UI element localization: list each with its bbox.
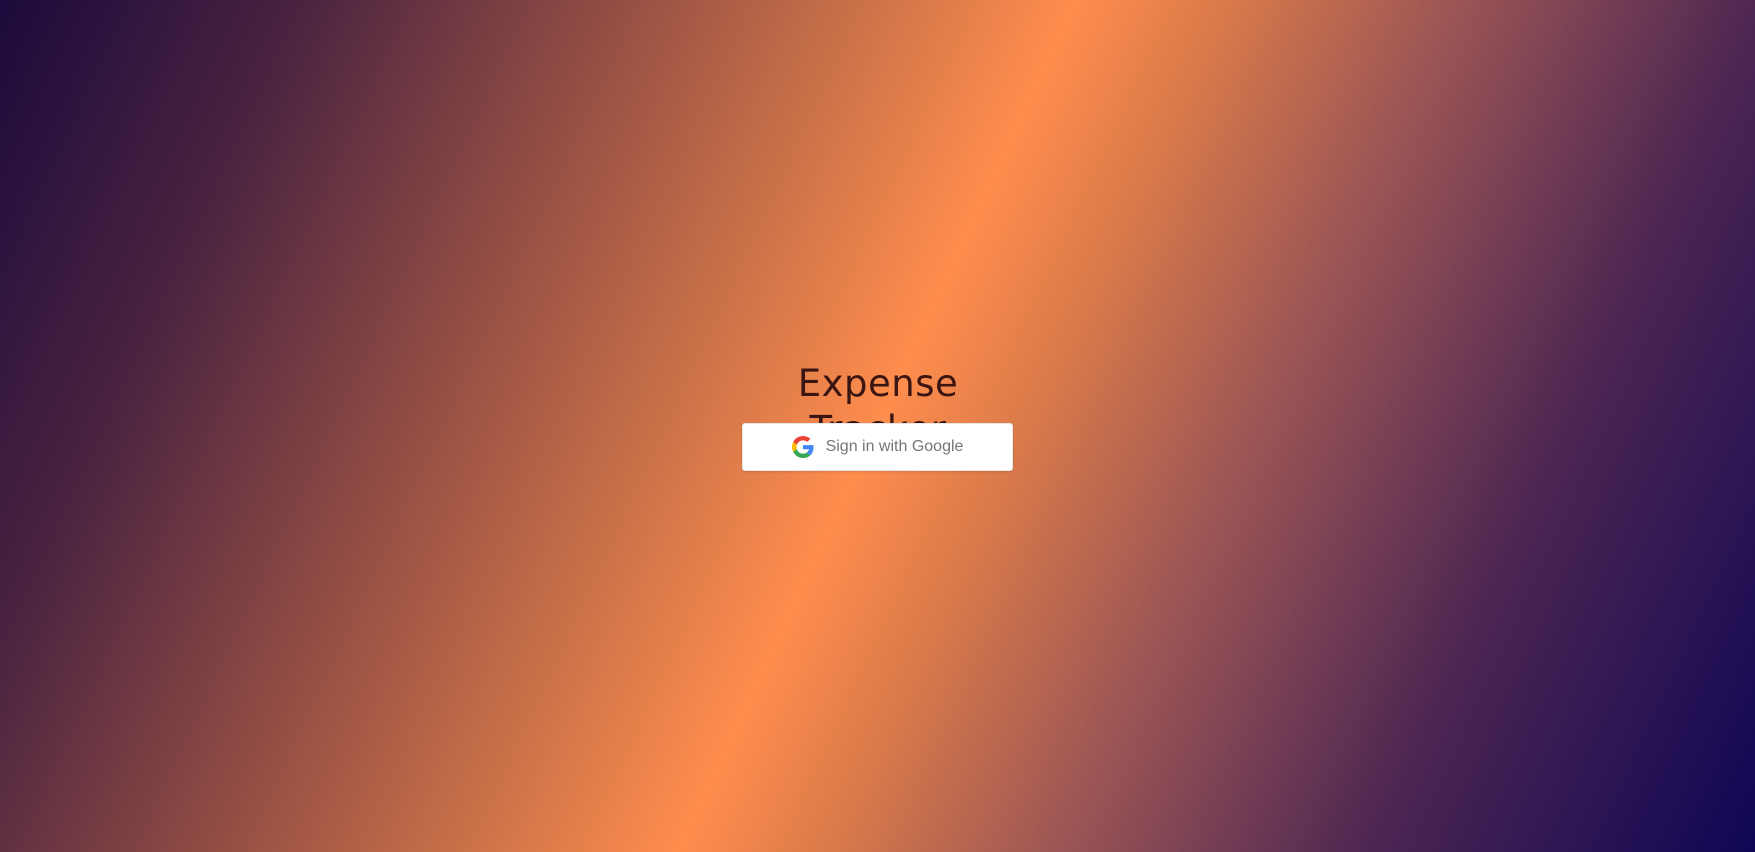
google-signin-button[interactable]: Sign in with Google xyxy=(742,423,1013,471)
login-screen: Expense Tracker Sign in with Google xyxy=(0,0,1755,852)
google-g-icon xyxy=(791,436,814,458)
signin-button-label: Sign in with Google xyxy=(825,438,964,455)
